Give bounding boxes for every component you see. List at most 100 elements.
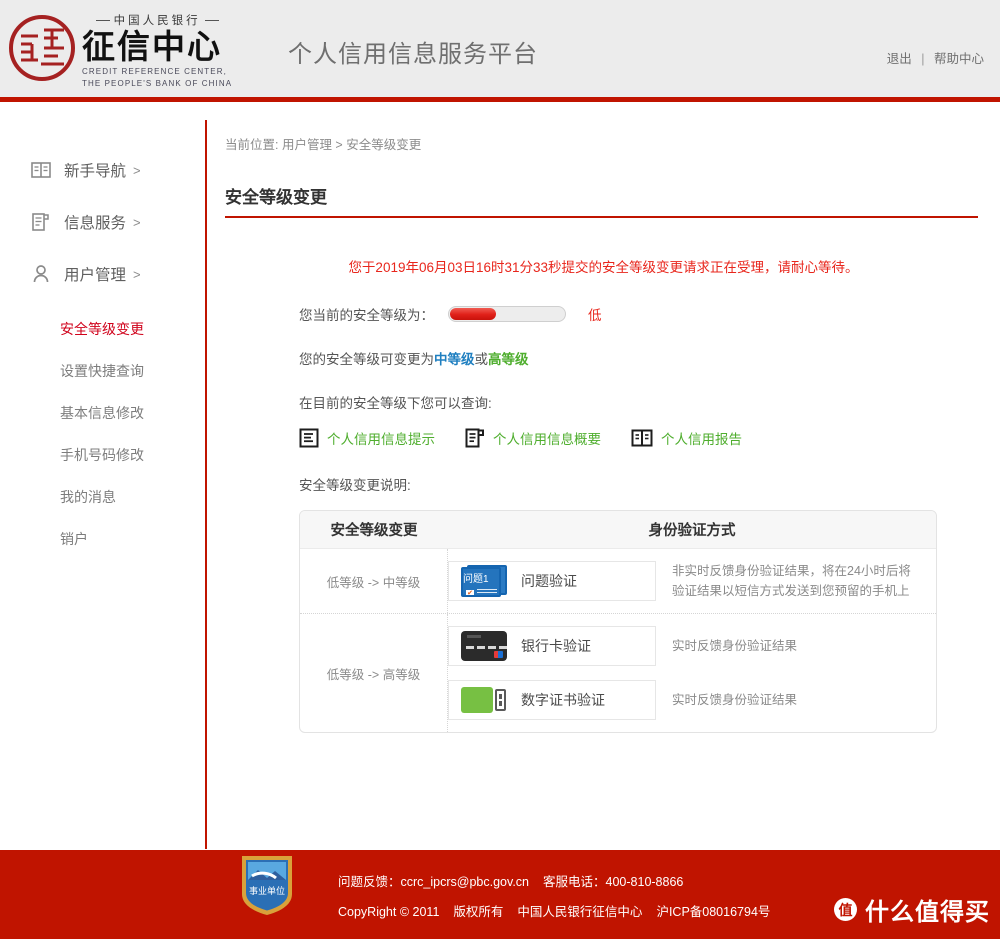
method-quiz-verification: 问题1 ✔ 问题验证 非实时反馈身份验证结果，将在24小时后将验证结果以短信方式… [448,557,936,605]
table-cell-methods-low-to-mid: 问题1 ✔ 问题验证 非实时反馈身份验证结果，将在24小时后将验证结果以短信方式… [448,549,936,613]
method-select-bank-card[interactable]: 银行卡验证 [448,626,656,666]
footer-text: 问题反馈：ccrc_ipcrs@pbc.gov.cn 客服电话：400-810-8… [338,867,770,927]
footer-phone-label: 客服电话： [543,875,606,889]
table-header-change: 安全等级变更 [330,523,418,539]
watermark-text: 什么值得买 [865,899,990,926]
query-availability-label: 在目前的安全等级下您可以查询: [299,396,492,411]
sidebar-group-label: 信息服务 [64,215,127,232]
main-pane: 当前位置: 用户管理 > 安全等级变更 安全等级变更 您于2019年06月03日… [205,102,1000,733]
query-link-credit-report[interactable]: 个人信用报告 [631,428,742,448]
method-description: 实时反馈身份验证结果 [672,639,798,653]
sidebar-item-basic-info-edit[interactable]: 基本信息修改 [0,392,205,434]
method-name: 问题验证 [521,573,577,589]
method-bank-card-verification: 银行卡验证 实时反馈身份验证结果 [448,622,936,670]
method-description: 非实时反馈身份验证结果，将在24小时后将验证结果以短信方式发送到您预留的手机上 [672,564,911,598]
query-link-credit-info-summary[interactable]: 个人信用信息概要 [465,428,601,448]
security-level-bar-fill [450,308,497,320]
page-content: 新手导航 > 信息服务 > 用户管理 > 安全等级变更 设置快捷查询 基本信息修… [0,102,1000,850]
query-link-label: 个人信用信息概要 [493,432,601,447]
sidebar-sub-list: 安全等级变更 设置快捷查询 基本信息修改 手机号码修改 我的消息 销户 [0,308,205,560]
chevron-right-icon: > [133,214,141,230]
sidebar-group-label: 新手导航 [64,163,127,180]
footer-line-1: 问题反馈：ccrc_ipcrs@pbc.gov.cn 客服电话：400-810-8… [338,867,770,897]
user-icon [30,263,52,285]
table-caption: 安全等级变更说明: [299,478,411,493]
status-notice: 您于2019年06月03日16时31分33秒提交的安全等级变更请求正在受理，请耐… [348,260,859,275]
page-title: 安全等级变更 [225,188,327,207]
query-link-credit-info-tip[interactable]: 个人信用信息提示 [299,428,435,448]
sidebar-item-security-level-change[interactable]: 安全等级变更 [0,308,205,350]
footer-line-2: CopyRight © 2011 版权所有 中国人民银行征信中心 沪ICP备08016… [338,897,770,927]
quiz-icon-text: 问题1 [463,574,489,585]
table-header-row: 安全等级变更 身份验证方式 [300,511,936,549]
public-institution-badge-icon: 事业单位 [239,854,295,916]
method-name: 数字证书验证 [521,692,605,708]
watermark-mark-icon: 值 [834,898,857,921]
document-icon [30,211,52,233]
usb-key-icon [461,686,507,714]
bank-card-icon [461,631,507,661]
current-level-value: 低 [588,308,602,323]
watermark: 值 什么值得买 [834,892,990,927]
sidebar-item-quick-query-setting[interactable]: 设置快捷查询 [0,350,205,392]
method-name: 银行卡验证 [521,638,591,654]
platform-title: 个人信用信息服务平台 [288,41,538,68]
method-description: 实时反馈身份验证结果 [672,693,798,707]
logo-en-line-1: CREDIT REFERENCE CENTER, [82,67,227,76]
table-header-verify-method: 身份验证方式 [648,523,736,539]
table-cell-methods-low-to-high: 银行卡验证 实时反馈身份验证结果 数字证书验证 实时反馈身份验证结果 [448,614,936,732]
info-note-icon [299,428,319,448]
table-cell-change-low-to-mid: 低等级 -> 中等级 [300,549,448,613]
current-level-row: 您当前的安全等级为： 低 [299,304,1000,324]
header-link-separator: | [921,52,925,66]
header-links: 退出 | 帮助中心 [887,48,984,67]
table-cell-change-low-to-high: 低等级 -> 高等级 [300,614,448,732]
footer-email[interactable]: ccrc_ipcrs@pbc.gov.cn [401,875,529,889]
help-center-link[interactable]: 帮助中心 [934,52,984,66]
sidebar-group-信息服务[interactable]: 信息服务 > [0,196,205,248]
chevron-right-icon: > [133,162,141,178]
footer-feedback-label: 问题反馈： [338,875,401,889]
badge-text: 事业单位 [249,885,285,897]
pboc-seal-icon [8,14,76,82]
method-select-quiz[interactable]: 问题1 ✔ 问题验证 [448,561,656,601]
page-footer: 事业单位 问题反馈：ccrc_ipcrs@pbc.gov.cn 客服电话：400-… [0,849,1000,939]
sidebar-item-my-messages[interactable]: 我的消息 [0,476,205,518]
table-row: 低等级 -> 中等级 问题1 ✔ 问题验证 非实时反馈身份验证结果，将在24小时… [300,549,936,613]
footer-org: 中国人民银行征信中心 [517,905,643,919]
query-links: 个人信用信息提示 个人信用信息概要 个人信用报告 [299,428,1000,448]
sidebar-group-用户管理[interactable]: 用户管理 > [0,248,205,300]
sidebar-group-label: 用户管理 [64,267,127,284]
table-row: 低等级 -> 高等级 银行卡验证 实时反馈身份验证结果 数字证书验证 实时反馈身… [300,613,936,732]
book-icon [30,159,52,181]
page-header: 中国人民银行 征信中心 CREDIT REFERENCE CENTER, THE… [0,0,1000,97]
quiz-card-icon: 问题1 ✔ [461,565,507,597]
sidebar-item-close-account[interactable]: 销户 [0,518,205,560]
current-level-label: 您当前的安全等级为： [299,308,434,323]
report-book-icon [631,428,653,448]
level-mid-label[interactable]: 中等级 [434,348,475,368]
security-level-change-table: 安全等级变更 身份验证方式 低等级 -> 中等级 问题1 ✔ 问题验证 非实时反… [299,510,937,733]
footer-icp[interactable]: 沪ICP备08016794号 [656,905,770,919]
sidebar-nav: 新手导航 > 信息服务 > 用户管理 > 安全等级变更 设置快捷查询 基本信息修… [0,102,205,560]
method-digital-certificate-verification: 数字证书验证 实时反馈身份验证结果 [448,676,936,724]
security-level-bar [448,306,566,322]
logo-top-line: 中国人民银行 [82,12,232,28]
query-link-label: 个人信用信息提示 [327,432,435,447]
logo-main-text: 征信中心 [82,27,222,66]
method-select-digital-certificate[interactable]: 数字证书验证 [448,680,656,720]
footer-rights: 版权所有 [453,905,504,919]
chevron-right-icon: > [133,266,141,282]
breadcrumb: 当前位置: 用户管理 > 安全等级变更 [225,138,422,152]
sidebar-group-新手导航[interactable]: 新手导航 > [0,144,205,196]
logout-link[interactable]: 退出 [887,52,912,66]
changeable-prefix: 您的安全等级可变更为 [299,352,434,367]
level-high-label[interactable]: 高等级 [488,348,529,368]
sidebar-item-phone-number-edit[interactable]: 手机号码修改 [0,434,205,476]
logo-en-line-2: THE PEOPLE'S BANK OF CHINA [82,79,233,88]
site-logo[interactable]: 中国人民银行 征信中心 CREDIT REFERENCE CENTER, THE… [8,10,232,89]
changeable-conjunction: 或 [474,352,489,367]
query-link-label: 个人信用报告 [661,432,742,447]
footer-phone: 400-810-8866 [605,875,684,889]
summary-doc-icon [465,428,485,448]
